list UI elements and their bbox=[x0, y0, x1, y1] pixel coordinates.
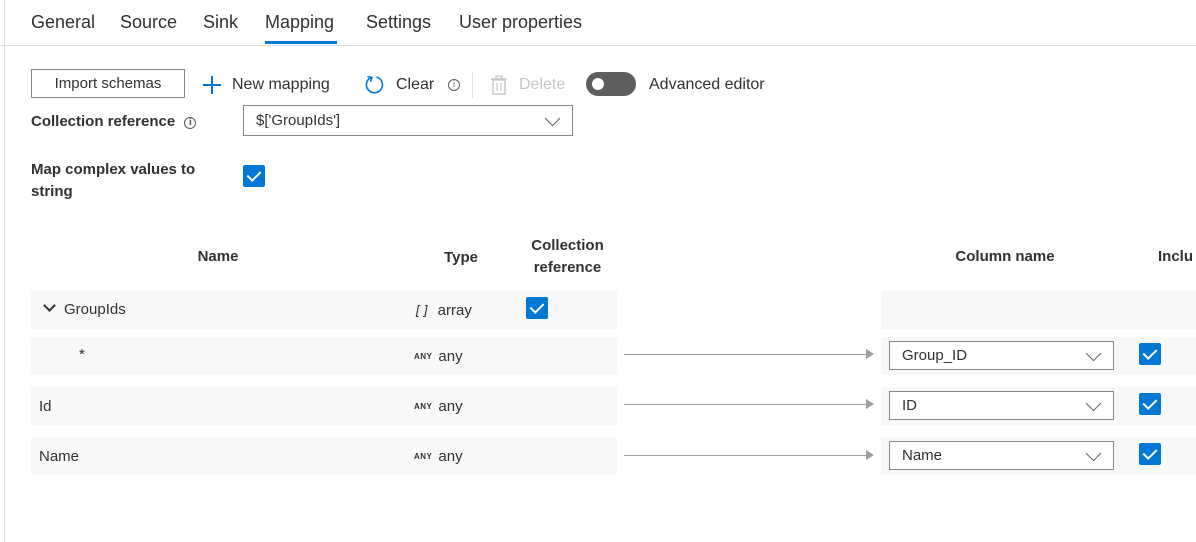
clear-label: Clear bbox=[396, 76, 435, 93]
info-icon[interactable]: i bbox=[184, 117, 197, 129]
tab-settings[interactable]: Settings bbox=[366, 12, 431, 33]
header-type: Type bbox=[444, 249, 478, 266]
clear-info[interactable]: i bbox=[448, 72, 460, 98]
row-name: Id bbox=[39, 398, 52, 415]
column-name-select[interactable]: Group_ID bbox=[889, 341, 1114, 370]
column-name-select[interactable]: ID bbox=[889, 391, 1114, 420]
active-tab-indicator bbox=[265, 41, 337, 44]
header-name: Name bbox=[197, 248, 239, 265]
tab-sink[interactable]: Sink bbox=[203, 12, 238, 33]
include-checkbox[interactable] bbox=[1139, 393, 1161, 415]
chevron-down-icon bbox=[1085, 395, 1102, 411]
advanced-editor-label: Advanced editor bbox=[649, 76, 765, 93]
row-type: [] array bbox=[414, 302, 472, 319]
plus-icon bbox=[203, 76, 221, 94]
row-type: ANY any bbox=[414, 448, 463, 465]
new-mapping-button[interactable]: New mapping bbox=[203, 72, 330, 98]
collection-reference-value: $['GroupIds'] bbox=[256, 112, 341, 129]
collection-reference-label: Collection reference i bbox=[31, 113, 197, 130]
arrow-head bbox=[866, 450, 874, 460]
row-name: * bbox=[79, 346, 85, 363]
table-row bbox=[31, 337, 617, 375]
clear-button[interactable]: Clear bbox=[364, 72, 434, 98]
arrow-right-icon bbox=[624, 354, 868, 355]
header-collection-reference: Collection reference bbox=[531, 237, 604, 276]
tab-source[interactable]: Source bbox=[120, 12, 177, 33]
chevron-down-icon bbox=[1085, 445, 1102, 461]
collection-reference-select[interactable]: $['GroupIds'] bbox=[243, 105, 573, 136]
chevron-down-icon bbox=[544, 110, 561, 126]
row-type: ANY any bbox=[414, 348, 463, 365]
new-mapping-label: New mapping bbox=[232, 76, 330, 93]
column-name-select[interactable]: Name bbox=[889, 441, 1114, 470]
advanced-editor-toggle[interactable] bbox=[586, 72, 636, 96]
include-checkbox[interactable] bbox=[1139, 343, 1161, 365]
refresh-icon bbox=[365, 75, 384, 94]
header-column-name: Column name bbox=[955, 248, 1055, 265]
header-include: Inclu bbox=[1158, 248, 1194, 265]
arrow-right-icon bbox=[624, 404, 868, 405]
chevron-down-icon bbox=[1085, 345, 1102, 361]
any-type-icon: ANY bbox=[414, 402, 433, 411]
arrow-right-icon bbox=[624, 455, 868, 456]
array-type-icon: [] bbox=[414, 304, 430, 319]
map-complex-label: Map complex values to string bbox=[31, 161, 196, 200]
table-row bbox=[31, 387, 617, 425]
delete-button[interactable]: Delete bbox=[490, 72, 565, 98]
tab-bar: General Source Sink Mapping Settings Use… bbox=[0, 0, 1196, 46]
table-row bbox=[31, 437, 617, 475]
row-type: ANY any bbox=[414, 398, 463, 415]
table-row-sink bbox=[881, 291, 1196, 329]
include-checkbox[interactable] bbox=[1139, 443, 1161, 465]
tab-general[interactable]: General bbox=[31, 12, 95, 33]
any-type-icon: ANY bbox=[414, 452, 433, 461]
row-name: Name bbox=[39, 448, 80, 465]
info-icon: i bbox=[448, 79, 460, 91]
arrow-head bbox=[866, 399, 874, 409]
chevron-down-icon[interactable] bbox=[43, 299, 56, 312]
trash-icon bbox=[491, 75, 507, 95]
import-schemas-button[interactable]: Import schemas bbox=[31, 69, 185, 98]
tab-mapping[interactable]: Mapping bbox=[265, 12, 334, 33]
toolbar-separator bbox=[472, 72, 473, 98]
any-type-icon: ANY bbox=[414, 352, 433, 361]
collection-reference-checkbox[interactable] bbox=[526, 297, 548, 319]
arrow-head bbox=[866, 349, 874, 359]
delete-label: Delete bbox=[519, 76, 566, 93]
row-name: GroupIds bbox=[43, 299, 126, 318]
map-complex-checkbox[interactable] bbox=[243, 165, 265, 187]
panel-left-border bbox=[4, 0, 5, 542]
tab-user-properties[interactable]: User properties bbox=[459, 12, 582, 33]
